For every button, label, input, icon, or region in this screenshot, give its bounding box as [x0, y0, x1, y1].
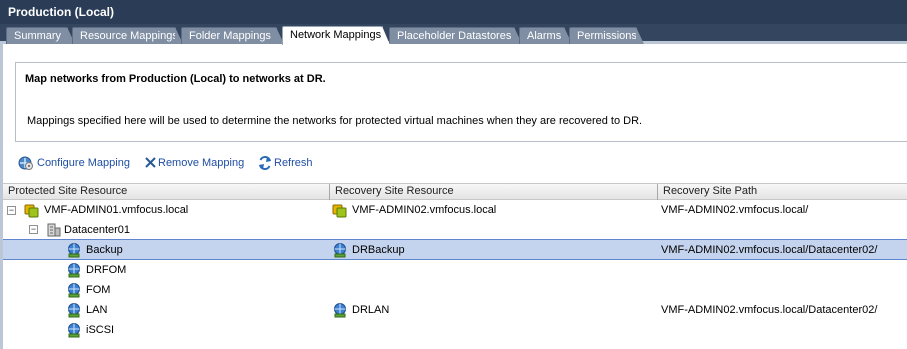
column-header-path[interactable]: Recovery Site Path: [658, 184, 907, 200]
protected-resource: Backup: [86, 244, 123, 256]
network-icon: [334, 243, 346, 258]
tab-resource-mappings[interactable]: Resource Mappings: [72, 27, 183, 44]
remove-mapping-label: Remove Mapping: [158, 157, 245, 169]
table-row[interactable]: LAN DRLAN VMF-ADMIN02.vmfocus.local/Data…: [3, 300, 907, 320]
collapse-toggle[interactable]: −: [29, 225, 38, 234]
recovery-resource: DRLAN: [352, 304, 390, 316]
configure-mapping-button[interactable]: Configure Mapping: [17, 154, 130, 172]
network-icon: [334, 303, 346, 318]
refresh-button[interactable]: Refresh: [257, 154, 317, 172]
network-icon: [68, 263, 80, 278]
info-panel: Map networks from Production (Local) to …: [15, 62, 907, 142]
table-row[interactable]: Backup DRBackup VMF-ADMIN02.vmfocus.loca…: [3, 239, 907, 260]
protected-resource: Datacenter01: [64, 224, 131, 236]
configure-mapping-label: Configure Mapping: [37, 157, 130, 169]
datacenter-icon: [47, 223, 61, 237]
refresh-icon: [259, 155, 271, 171]
table-row[interactable]: − Datacenter01: [3, 220, 907, 240]
info-description: Mappings specified here will be used to …: [27, 115, 643, 127]
recovery-resource: VMF-ADMIN02.vmfocus.local: [352, 204, 497, 216]
column-header-recovery[interactable]: Recovery Site Resource: [330, 184, 658, 200]
recovery-path: VMF-ADMIN02.vmfocus.local/Datacenter02/: [661, 304, 878, 316]
table-row[interactable]: iSCSI: [3, 320, 907, 340]
protected-resource: DRFOM: [86, 264, 127, 276]
recovery-path: VMF-ADMIN02.vmfocus.local/Datacenter02/: [661, 244, 878, 256]
grid-header: Protected Site Resource Recovery Site Re…: [3, 183, 907, 200]
protected-resource: iSCSI: [86, 324, 115, 336]
tab-placeholder-datastores[interactable]: Placeholder Datastores: [389, 27, 522, 44]
recovery-path: VMF-ADMIN02.vmfocus.local/: [661, 204, 809, 216]
tab-summary[interactable]: Summary: [6, 27, 75, 44]
refresh-label: Refresh: [274, 157, 313, 169]
network-icon: [68, 323, 80, 338]
tab-network-mappings[interactable]: Network Mappings: [282, 26, 390, 45]
window-title: Production (Local): [0, 0, 907, 24]
vcenter-icon: [332, 204, 347, 218]
table-row[interactable]: FOM: [3, 280, 907, 300]
column-header-protected[interactable]: Protected Site Resource: [3, 184, 330, 200]
protected-resource: LAN: [86, 304, 108, 316]
protected-resource: VMF-ADMIN01.vmfocus.local: [44, 204, 189, 216]
tab-folder-mappings[interactable]: Folder Mappings: [181, 27, 284, 44]
network-icon: [68, 303, 80, 318]
remove-mapping-button[interactable]: Remove Mapping: [143, 154, 245, 172]
tab-alarms[interactable]: Alarms: [519, 27, 572, 44]
protected-resource: FOM: [86, 284, 111, 296]
tab-strip: Summary Resource Mappings Folder Mapping…: [0, 24, 907, 45]
recovery-resource: DRBackup: [352, 244, 405, 256]
vcenter-icon: [24, 204, 39, 218]
network-icon: [68, 283, 80, 298]
tab-permissions[interactable]: Permissions: [569, 27, 644, 44]
network-icon: [68, 243, 80, 258]
configure-mapping-icon: [18, 156, 33, 170]
collapse-toggle[interactable]: −: [7, 206, 16, 215]
info-title: Map networks from Production (Local) to …: [25, 73, 326, 85]
table-row[interactable]: DRFOM: [3, 260, 907, 280]
table-row[interactable]: − VMF-ADMIN01.vmfocus.local VMF-ADMIN02.…: [3, 200, 907, 220]
